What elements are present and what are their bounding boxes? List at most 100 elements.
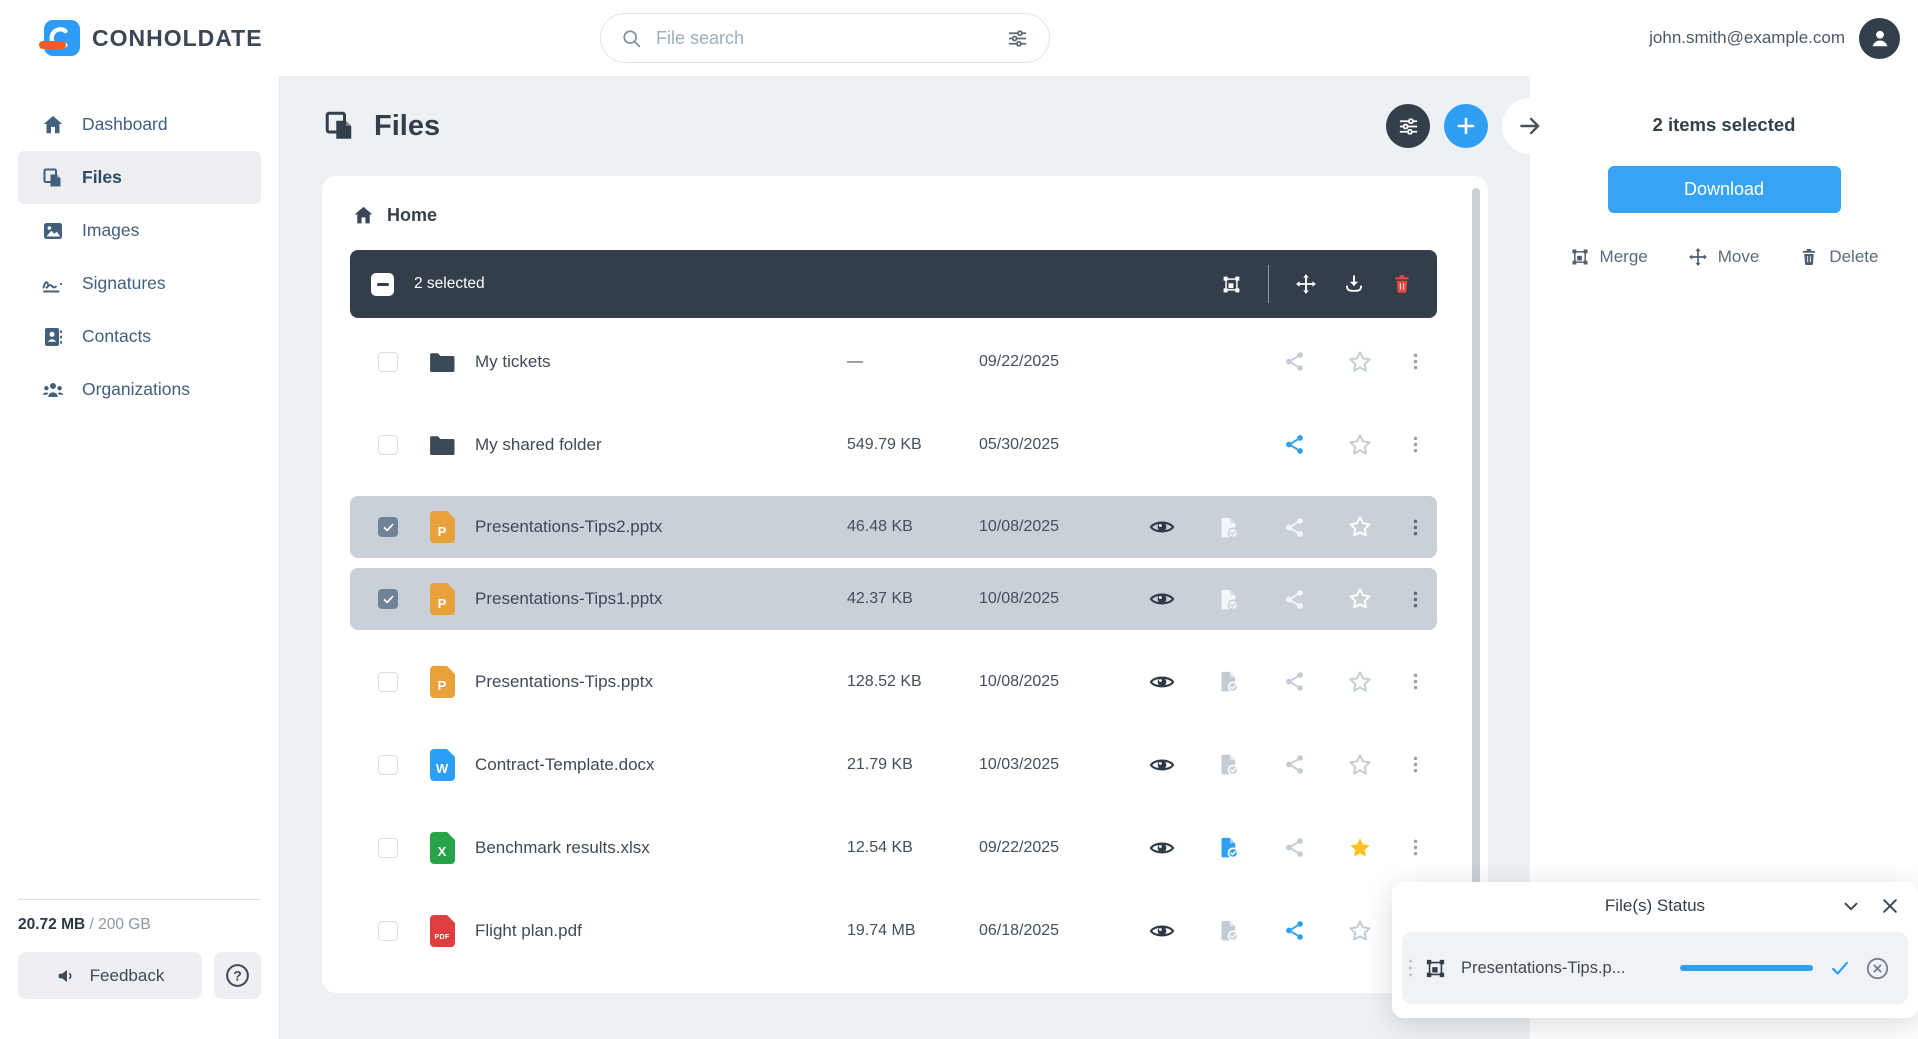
file-name[interactable]: Presentations-Tips2.pptx	[475, 517, 847, 537]
share-icon[interactable]	[1283, 433, 1306, 456]
row-checkbox[interactable]	[378, 671, 398, 692]
collapse-panel-button[interactable]	[1502, 98, 1558, 154]
download-button[interactable]: Download	[1607, 166, 1841, 213]
sidebar-item-dashboard[interactable]: Dashboard	[18, 98, 261, 151]
delete-button[interactable]: Delete	[1799, 247, 1878, 267]
file-type-icon-pptx: P	[426, 583, 458, 615]
chevron-down-icon[interactable]	[1840, 895, 1862, 917]
close-icon[interactable]	[1880, 896, 1900, 916]
file-convert-icon[interactable]	[1216, 669, 1241, 694]
file-type-icon-pptx: P	[426, 511, 458, 543]
avatar[interactable]	[1859, 17, 1900, 59]
table-row[interactable]: My tickets — 09/22/2025	[350, 320, 1437, 403]
files-icon	[40, 166, 66, 190]
share-icon[interactable]	[1283, 836, 1306, 859]
preview-eye-icon[interactable]	[1149, 514, 1175, 540]
sliders-icon[interactable]	[1006, 27, 1029, 50]
merge-icon[interactable]	[1221, 274, 1242, 295]
share-icon[interactable]	[1283, 919, 1306, 942]
row-checkbox[interactable]	[378, 434, 398, 455]
table-row[interactable]: P Presentations-Tips.pptx 128.52 KB 10/08/2…	[350, 640, 1437, 723]
star-icon[interactable]	[1347, 514, 1373, 540]
cancel-circle-icon[interactable]	[1865, 956, 1890, 981]
sidebar-item-images[interactable]: Images	[18, 204, 261, 257]
drag-handle-icon[interactable]	[1409, 959, 1412, 977]
breadcrumb[interactable]: Home	[322, 192, 462, 238]
star-icon[interactable]	[1347, 349, 1373, 375]
select-all-checkbox[interactable]	[371, 272, 394, 296]
row-checkbox[interactable]	[378, 351, 398, 372]
table-row[interactable]: W Contract-Template.docx 21.79 KB 10/03/202…	[350, 723, 1437, 806]
kebab-menu-icon[interactable]	[1405, 517, 1426, 538]
share-icon[interactable]	[1283, 670, 1306, 693]
move-icon[interactable]	[1295, 273, 1317, 295]
file-convert-icon[interactable]	[1216, 918, 1241, 943]
sidebar-item-signatures[interactable]: Signatures	[18, 257, 261, 310]
file-name[interactable]: My shared folder	[475, 435, 847, 455]
kebab-menu-icon[interactable]	[1405, 754, 1426, 775]
main-content: Files Home 2 selected My tickets — 09/22…	[280, 76, 1530, 1039]
sidebar-item-organizations[interactable]: Organizations	[18, 363, 261, 416]
file-name[interactable]: Contract-Template.docx	[475, 755, 847, 775]
add-button[interactable]	[1444, 104, 1488, 148]
file-name[interactable]: My tickets	[475, 352, 847, 372]
star-icon[interactable]	[1347, 586, 1373, 612]
sidebar-item-files[interactable]: Files	[18, 151, 261, 204]
file-convert-icon[interactable]	[1216, 587, 1241, 612]
preview-eye-icon[interactable]	[1149, 752, 1175, 778]
user-email: john.smith@example.com	[1649, 28, 1845, 47]
row-checkbox[interactable]	[378, 920, 398, 941]
star-icon[interactable]	[1347, 432, 1373, 458]
star-icon[interactable]	[1347, 752, 1373, 778]
star-icon[interactable]	[1347, 918, 1373, 944]
preview-eye-icon[interactable]	[1149, 586, 1175, 612]
row-checkbox[interactable]	[378, 837, 398, 858]
sliders-icon	[1397, 115, 1420, 138]
view-options-button[interactable]	[1386, 104, 1430, 148]
move-button[interactable]: Move	[1688, 247, 1759, 267]
row-checkbox[interactable]	[378, 589, 398, 609]
trash-icon[interactable]	[1391, 273, 1413, 295]
table-row[interactable]: P Presentations-Tips1.pptx 42.37 KB 10/08/2…	[350, 568, 1437, 630]
kebab-menu-icon[interactable]	[1405, 837, 1426, 858]
file-name[interactable]: Flight plan.pdf	[475, 921, 847, 941]
file-convert-icon[interactable]	[1216, 752, 1241, 777]
table-row[interactable]: My shared folder 549.79 KB 05/30/2025	[350, 403, 1437, 486]
star-icon[interactable]	[1347, 835, 1373, 861]
share-icon[interactable]	[1283, 516, 1306, 539]
sidebar-item-contacts[interactable]: Contacts	[18, 310, 261, 363]
table-row[interactable]: X Benchmark results.xlsx 12.54 KB 09/22/202…	[350, 806, 1437, 889]
file-convert-icon[interactable]	[1216, 835, 1241, 860]
indeterminate-icon	[376, 282, 389, 286]
kebab-menu-icon[interactable]	[1405, 351, 1426, 372]
file-name[interactable]: Benchmark results.xlsx	[475, 838, 847, 858]
file-search-box	[600, 13, 1050, 63]
share-icon[interactable]	[1283, 350, 1306, 373]
table-row[interactable]: P Presentations-Tips2.pptx 46.48 KB 10/08/2…	[350, 496, 1437, 558]
table-row[interactable]: PDF Flight plan.pdf 19.74 MB 06/18/2025	[350, 889, 1437, 972]
search-input[interactable]	[656, 27, 992, 49]
file-name[interactable]: Presentations-Tips1.pptx	[475, 589, 847, 609]
kebab-menu-icon[interactable]	[1405, 671, 1426, 692]
feedback-button[interactable]: Feedback	[18, 952, 202, 999]
star-icon[interactable]	[1347, 669, 1373, 695]
download-icon[interactable]	[1343, 273, 1365, 295]
merge-button[interactable]: Merge	[1570, 247, 1648, 267]
file-name[interactable]: Presentations-Tips.pptx	[475, 672, 847, 692]
row-checkbox[interactable]	[378, 517, 398, 537]
kebab-menu-icon[interactable]	[1405, 589, 1426, 610]
file-convert-icon[interactable]	[1216, 515, 1241, 540]
scrollbar-thumb[interactable]	[1472, 188, 1480, 934]
kebab-menu-icon[interactable]	[1405, 434, 1426, 455]
preview-eye-icon[interactable]	[1149, 918, 1175, 944]
preview-eye-icon[interactable]	[1149, 669, 1175, 695]
row-checkbox[interactable]	[378, 754, 398, 775]
brand-logo[interactable]: CONHOLDATE	[0, 20, 280, 56]
file-date: 10/08/2025	[979, 672, 1060, 690]
help-button[interactable]: ?	[214, 952, 261, 999]
share-icon[interactable]	[1283, 588, 1306, 611]
file-status-popup: File(s) Status Presentations-Tips.p...	[1392, 882, 1918, 1018]
share-icon[interactable]	[1283, 753, 1306, 776]
preview-eye-icon[interactable]	[1149, 835, 1175, 861]
sidebar: Dashboard Files Images Signatures Contacts Or…	[0, 76, 280, 1039]
